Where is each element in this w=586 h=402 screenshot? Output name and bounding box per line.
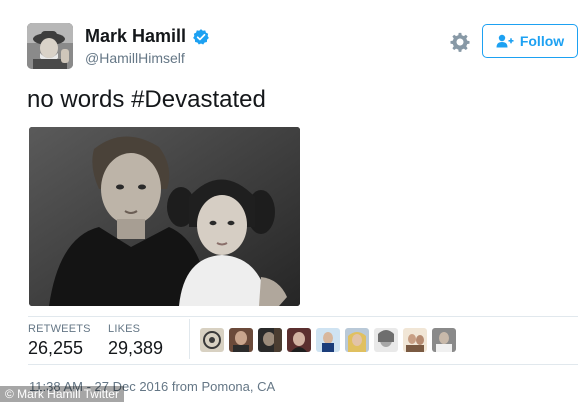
hashtag-link[interactable]: #Devastated	[131, 86, 266, 113]
liker-avatar[interactable]	[345, 328, 369, 352]
liker-avatar[interactable]	[229, 328, 253, 352]
avatar[interactable]	[27, 23, 73, 69]
likes-count[interactable]: 29,389	[108, 338, 163, 359]
retweets-count[interactable]: 26,255	[28, 338, 83, 359]
likes-label[interactable]: LIKES	[108, 323, 140, 335]
liker-avatar[interactable]	[403, 328, 427, 352]
likers-avatar-row	[200, 328, 456, 352]
add-user-icon	[496, 34, 514, 48]
stats-divider-top	[28, 316, 578, 317]
stats-divider-bottom	[28, 364, 578, 365]
verified-badge-icon	[193, 28, 209, 44]
liker-avatar[interactable]	[200, 328, 224, 352]
liker-avatar[interactable]	[258, 328, 282, 352]
stats-separator	[189, 319, 190, 359]
display-name-text: Mark Hamill	[85, 26, 187, 46]
tweet-text: no words #Devastated	[27, 86, 266, 114]
user-handle[interactable]: @HamillHimself	[85, 50, 185, 66]
liker-avatar[interactable]	[374, 328, 398, 352]
gear-icon[interactable]	[449, 31, 471, 53]
image-credit-watermark: © Mark Hamill Twitter	[0, 386, 124, 402]
follow-button[interactable]: Follow	[482, 24, 578, 58]
liker-avatar[interactable]	[316, 328, 340, 352]
liker-avatar[interactable]	[287, 328, 311, 352]
tweet-text-plain: no words	[27, 86, 132, 113]
tweet-photo[interactable]	[29, 127, 300, 306]
display-name[interactable]: Mark Hamill	[85, 26, 210, 47]
follow-button-label: Follow	[519, 33, 565, 49]
retweets-label[interactable]: RETWEETS	[28, 323, 91, 335]
liker-avatar[interactable]	[432, 328, 456, 352]
